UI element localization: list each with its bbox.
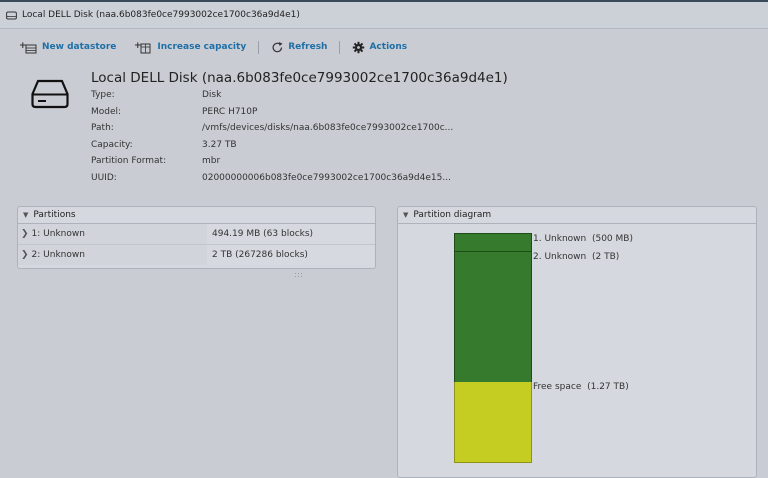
actions-label: Actions bbox=[369, 42, 408, 52]
partition-name-cell: ❯ 2: Unknown bbox=[18, 245, 207, 265]
segment-label-size: (500 MB) bbox=[591, 234, 633, 244]
partition-diagram-panel: ▼ Partition diagram 1. Unknown (500 MB) … bbox=[397, 206, 757, 478]
disk-title: Local DELL Disk (naa.6b083fe0ce7993002ce… bbox=[91, 70, 508, 86]
segment-label-size: (2 TB) bbox=[591, 252, 620, 262]
hard-disk-icon bbox=[30, 78, 70, 114]
property-value: 02000000006b083fe0ce7993002ce1700c36a9d4… bbox=[202, 173, 451, 183]
resize-handle[interactable] bbox=[294, 272, 302, 278]
property-value: /vmfs/devices/disks/naa.6b083fe0ce799300… bbox=[202, 123, 454, 133]
segment-label: Free space (1.27 TB) bbox=[533, 382, 629, 392]
increase-capacity-label: Increase capacity bbox=[157, 42, 247, 52]
table-row[interactable]: ❯ 2: Unknown 2 TB (267286 blocks) bbox=[18, 245, 375, 265]
window-title: Local DELL Disk (naa.6b083fe0ce7993002ce… bbox=[22, 10, 300, 20]
increase-capacity-icon: + bbox=[134, 41, 151, 53]
partition-size-cell: 494.19 MB (63 blocks) bbox=[207, 224, 375, 244]
toolbar-divider bbox=[258, 40, 260, 54]
svg-text:+: + bbox=[134, 41, 142, 51]
expand-chevron-icon[interactable]: ❯ bbox=[21, 250, 29, 260]
partitions-title: Partitions bbox=[33, 210, 76, 220]
segment-label-name: 2. Unknown bbox=[533, 252, 587, 262]
property-value: mbr bbox=[202, 156, 221, 166]
new-datastore-label: New datastore bbox=[42, 42, 117, 52]
property-key: Path: bbox=[91, 123, 114, 133]
property-key: Partition Format: bbox=[91, 156, 167, 166]
partitions-panel: ▼ Partitions ❯ 1: Unknown 494.19 MB (63 … bbox=[17, 206, 376, 269]
collapse-caret-icon: ▼ bbox=[23, 211, 29, 219]
partition-size: 494.19 MB (63 blocks) bbox=[212, 229, 314, 239]
partition-name-cell: ❯ 1: Unknown bbox=[18, 224, 207, 244]
refresh-label: Refresh bbox=[288, 42, 328, 52]
partitions-header[interactable]: ▼ Partitions bbox=[18, 207, 375, 224]
increase-capacity-button[interactable]: + Increase capacity bbox=[134, 41, 246, 54]
title-bar: Local DELL Disk (naa.6b083fe0ce7993002ce… bbox=[0, 2, 768, 29]
expand-chevron-icon[interactable]: ❯ bbox=[21, 229, 29, 239]
partition-name: 2: Unknown bbox=[31, 250, 85, 260]
segment-label-size: (1.27 TB) bbox=[587, 382, 629, 392]
partition-segment-1[interactable] bbox=[454, 233, 532, 252]
partition-diagram-title: Partition diagram bbox=[413, 210, 492, 220]
gear-icon bbox=[353, 41, 365, 53]
segment-label-name: Free space bbox=[533, 382, 582, 392]
disk-icon bbox=[6, 11, 17, 20]
segment-label: 2. Unknown (2 TB) bbox=[533, 252, 619, 262]
property-key: Type: bbox=[91, 90, 115, 100]
partition-segment-2[interactable] bbox=[454, 251, 532, 383]
toolbar: + New datastore + Increase capacity Refr… bbox=[0, 36, 407, 58]
property-key: UUID: bbox=[91, 173, 117, 183]
new-datastore-icon: + bbox=[19, 41, 37, 53]
partition-size-cell: 2 TB (267286 blocks) bbox=[207, 245, 375, 265]
property-value: 3.27 TB bbox=[202, 140, 237, 150]
collapse-caret-icon: ▼ bbox=[403, 211, 409, 219]
partition-diagram-header[interactable]: ▼ Partition diagram bbox=[398, 207, 756, 224]
property-value: PERC H710P bbox=[202, 107, 258, 117]
table-row[interactable]: ❯ 1: Unknown 494.19 MB (63 blocks) bbox=[18, 224, 375, 245]
toolbar-divider bbox=[339, 40, 341, 54]
partition-size: 2 TB (267286 blocks) bbox=[212, 250, 308, 260]
partition-name: 1: Unknown bbox=[31, 229, 85, 239]
refresh-icon bbox=[272, 41, 283, 52]
segment-label-name: 1. Unknown bbox=[533, 234, 587, 244]
free-space-segment[interactable] bbox=[454, 382, 532, 463]
property-value: Disk bbox=[202, 90, 222, 100]
svg-text:+: + bbox=[19, 41, 27, 51]
property-key: Capacity: bbox=[91, 140, 133, 150]
new-datastore-button[interactable]: + New datastore bbox=[19, 41, 116, 54]
refresh-button[interactable]: Refresh bbox=[271, 41, 327, 54]
property-key: Model: bbox=[91, 107, 122, 117]
segment-label: 1. Unknown (500 MB) bbox=[533, 234, 633, 244]
actions-button[interactable]: Actions bbox=[352, 41, 407, 54]
